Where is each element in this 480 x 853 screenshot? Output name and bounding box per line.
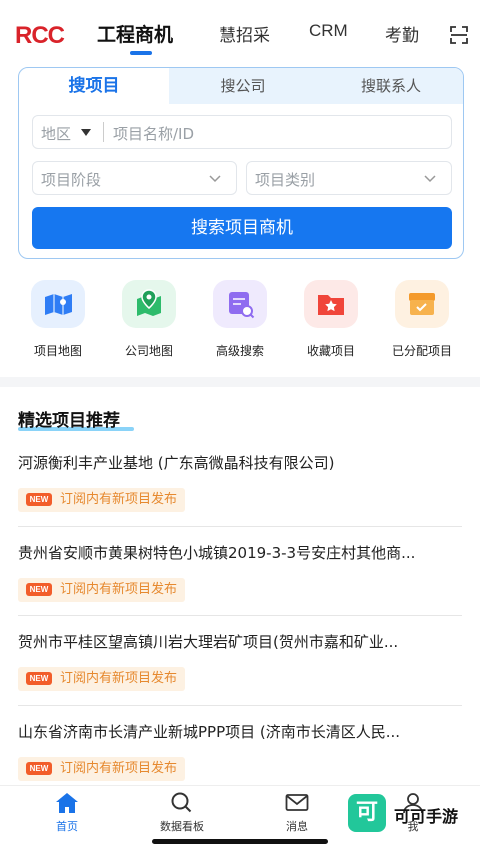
- tab-crm[interactable]: CRM: [309, 21, 348, 41]
- project-category-select[interactable]: 项目类别: [246, 161, 452, 195]
- new-badge: NEW: [26, 493, 52, 506]
- quick-label: 高级搜索: [215, 344, 264, 358]
- company-map-icon: [122, 280, 176, 328]
- list-divider: [18, 526, 462, 527]
- subscription-tag: NEW 订阅内有新项目发布: [18, 667, 186, 691]
- rcc-logo: RCC: [15, 22, 65, 49]
- search-tabs: 搜项目 搜公司 搜联系人: [19, 68, 463, 104]
- list-divider: [18, 705, 462, 706]
- list-item[interactable]: 河源衡利丰产业基地 (广东高微晶科技有限公司) NEW 订阅内有新项目发布: [18, 452, 462, 512]
- nav-label: 首页: [56, 820, 78, 833]
- caret-down-icon: [81, 129, 91, 136]
- nav-dashboard[interactable]: 数据看板: [142, 792, 222, 834]
- tab-search-contacts[interactable]: 搜联系人: [317, 68, 463, 104]
- field-divider: [103, 122, 104, 142]
- quick-company-map[interactable]: 公司地图: [103, 280, 195, 359]
- assigned-box-icon: [395, 280, 449, 328]
- home-icon: [56, 793, 78, 813]
- tag-text: 订阅内有新项目发布: [60, 671, 178, 686]
- tab-attendance[interactable]: 考勤: [385, 21, 419, 46]
- nav-label: 消息: [286, 820, 308, 833]
- nav-home[interactable]: 首页: [27, 792, 107, 834]
- quick-favorite-projects[interactable]: 收藏项目: [285, 280, 377, 359]
- region-select[interactable]: 地区: [41, 123, 71, 144]
- subscription-tag: NEW 订阅内有新项目发布: [18, 488, 186, 512]
- section-title: 精选项目推荐: [18, 411, 120, 431]
- quick-assigned-projects[interactable]: 已分配项目: [376, 280, 468, 359]
- tag-text: 订阅内有新项目发布: [60, 492, 178, 507]
- tab-search-companies[interactable]: 搜公司: [169, 68, 317, 104]
- search-icon: [171, 792, 192, 813]
- chevron-down-icon: [424, 175, 436, 183]
- active-tab-indicator: [130, 51, 152, 55]
- list-divider: [18, 615, 462, 616]
- nav-messages[interactable]: 消息: [257, 792, 337, 834]
- advanced-search-icon: [213, 280, 267, 328]
- tab-smart-procurement[interactable]: 慧招采: [219, 21, 270, 46]
- list-item[interactable]: 贵州省安顺市黄果树特色小城镇2019-3-3号安庄村其他商... NEW 订阅内有…: [18, 542, 462, 602]
- tab-search-projects[interactable]: 搜项目: [19, 68, 169, 104]
- favorite-folder-icon: [304, 280, 358, 328]
- mail-icon: [285, 794, 309, 811]
- section-divider: [0, 377, 480, 387]
- quick-project-map[interactable]: 项目地图: [12, 280, 104, 359]
- project-title[interactable]: 贺州市平桂区望高镇川岩大理岩矿项目(贺州市嘉和矿业...: [18, 631, 462, 652]
- new-badge: NEW: [26, 762, 52, 775]
- watermark-text: 可可手游: [394, 807, 459, 826]
- home-indicator[interactable]: [152, 839, 328, 844]
- quick-label: 公司地图: [124, 344, 173, 358]
- search-card: 搜项目 搜公司 搜联系人 地区 项目名称/ID 项目阶段 项目类别 搜索项目商机: [18, 67, 464, 259]
- tag-text: 订阅内有新项目发布: [60, 582, 178, 597]
- top-navigation: RCC 工程商机 慧招采 CRM 考勤: [0, 0, 480, 62]
- project-stage-label: 项目阶段: [41, 171, 102, 189]
- tag-text: 订阅内有新项目发布: [60, 761, 178, 776]
- project-stage-select[interactable]: 项目阶段: [32, 161, 237, 195]
- subscription-tag: NEW 订阅内有新项目发布: [18, 578, 186, 602]
- quick-label: 项目地图: [33, 344, 82, 358]
- subscription-tag: NEW 订阅内有新项目发布: [18, 757, 186, 781]
- project-map-icon: [31, 280, 85, 328]
- project-title[interactable]: 贵州省安顺市黄果树特色小城镇2019-3-3号安庄村其他商...: [18, 542, 462, 563]
- tab-engineering-opportunities[interactable]: 工程商机: [97, 20, 173, 47]
- new-badge: NEW: [26, 583, 52, 596]
- nav-label: 数据看板: [160, 820, 204, 833]
- project-title[interactable]: 山东省济南市长清产业新城PPP项目 (济南市长清区人民...: [18, 721, 462, 742]
- quick-label: 已分配项目: [391, 344, 452, 358]
- quick-advanced-search[interactable]: 高级搜索: [194, 280, 286, 359]
- scan-icon[interactable]: [450, 26, 468, 44]
- quick-label: 收藏项目: [306, 344, 355, 358]
- project-search-field[interactable]: 地区 项目名称/ID: [32, 115, 452, 149]
- watermark-overlay: 可 可可手游: [348, 794, 470, 832]
- search-opportunities-button[interactable]: 搜索项目商机: [32, 207, 452, 249]
- new-badge: NEW: [26, 672, 52, 685]
- project-category-label: 项目类别: [255, 171, 316, 189]
- watermark-logo: 可: [348, 794, 386, 832]
- list-item[interactable]: 贺州市平桂区望高镇川岩大理岩矿项目(贺州市嘉和矿业... NEW 订阅内有新项目发…: [18, 631, 462, 691]
- chevron-down-icon: [209, 175, 221, 183]
- list-item[interactable]: 山东省济南市长清产业新城PPP项目 (济南市长清区人民... NEW 订阅内有新项…: [18, 721, 462, 781]
- project-name-input[interactable]: 项目名称/ID: [113, 123, 194, 144]
- project-title[interactable]: 河源衡利丰产业基地 (广东高微晶科技有限公司): [18, 452, 462, 473]
